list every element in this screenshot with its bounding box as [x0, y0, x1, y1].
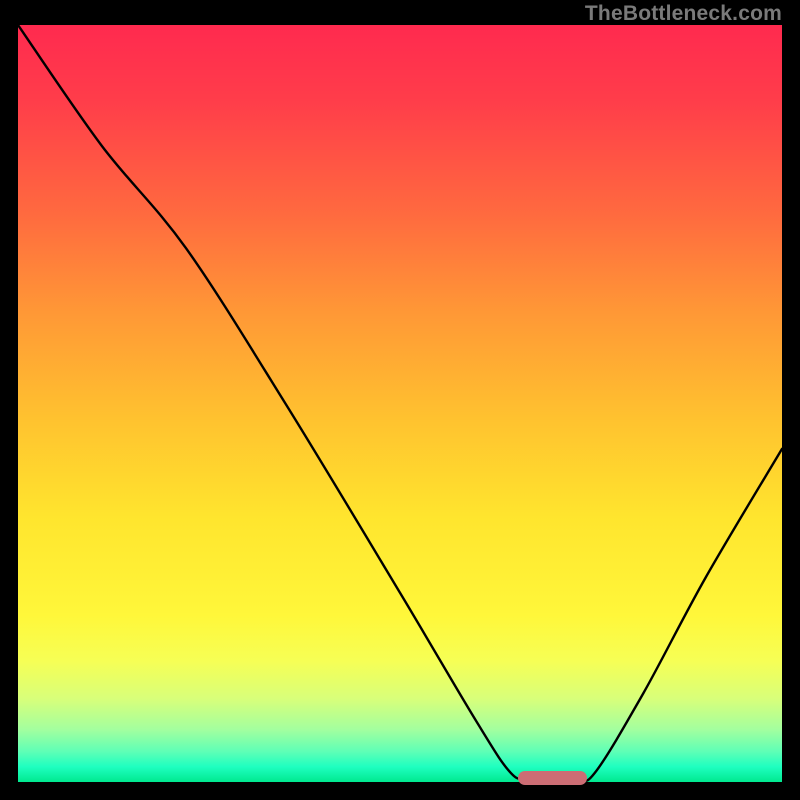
curve-svg	[18, 25, 782, 782]
bottleneck-curve	[18, 25, 782, 781]
watermark-text: TheBottleneck.com	[585, 2, 782, 26]
plot-area	[18, 25, 782, 782]
optimal-marker	[518, 771, 587, 785]
chart-container: TheBottleneck.com	[0, 0, 800, 800]
